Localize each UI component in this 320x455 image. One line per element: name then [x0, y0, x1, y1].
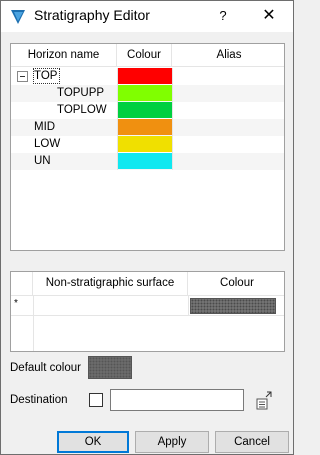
col-divider	[117, 68, 118, 85]
col-divider	[172, 153, 173, 170]
col-divider	[117, 136, 118, 153]
column-nonstrat-surface[interactable]: Non-stratigraphic surface	[33, 272, 188, 296]
horizon-name-cell[interactable]: LOW	[34, 136, 60, 153]
horizon-colour-swatch[interactable]	[118, 102, 173, 118]
destination-input[interactable]	[110, 389, 244, 411]
horizon-colour-swatch[interactable]	[118, 85, 173, 101]
collapse-icon[interactable]	[17, 71, 28, 82]
row-header-corner	[11, 272, 33, 296]
destination-checkbox[interactable]	[89, 393, 103, 407]
col-divider	[117, 153, 118, 170]
col-divider	[117, 119, 118, 136]
column-colour[interactable]: Colour	[117, 44, 172, 67]
column-horizon-name[interactable]: Horizon name	[11, 44, 117, 67]
horizon-row[interactable]: LOW	[11, 136, 284, 153]
horizon-colour-swatch[interactable]	[118, 136, 173, 152]
horizon-name-cell[interactable]: TOP	[34, 68, 57, 85]
horizon-table[interactable]: Horizon name Colour Alias TOP TOPUPP TOPLO…	[10, 43, 285, 251]
horizon-colour-swatch[interactable]	[118, 153, 173, 169]
col-divider	[172, 119, 173, 136]
nonstrat-table-header: Non-stratigraphic surface Colour	[11, 272, 284, 296]
col-divider	[172, 68, 173, 85]
horizon-table-header: Horizon name Colour Alias	[11, 44, 284, 67]
horizon-colour-swatch[interactable]	[118, 119, 173, 135]
default-colour-label: Default colour	[10, 362, 81, 374]
horizon-row[interactable]: UN	[11, 153, 284, 170]
horizon-name-cell[interactable]: MID	[34, 119, 55, 136]
col-divider	[117, 102, 118, 119]
horizon-name-cell[interactable]: TOPUPP	[57, 85, 104, 102]
default-colour-swatch[interactable]	[88, 356, 132, 379]
horizon-row[interactable]: TOPUPP	[11, 85, 284, 102]
nonstrat-table[interactable]: Non-stratigraphic surface Colour *	[10, 271, 285, 352]
cancel-button[interactable]: Cancel	[215, 431, 289, 453]
row-divider	[33, 296, 34, 316]
row-header-divider	[33, 316, 34, 351]
horizon-name-cell[interactable]: UN	[34, 153, 51, 170]
window-title: Stratigraphy Editor	[34, 7, 150, 23]
app-logo-icon	[11, 10, 25, 24]
close-button[interactable]: ✕	[257, 4, 281, 28]
destination-label: Destination	[10, 394, 68, 406]
col-divider	[172, 102, 173, 119]
horizon-colour-swatch[interactable]	[118, 68, 173, 84]
col-divider	[188, 296, 189, 316]
help-button[interactable]: ?	[213, 6, 233, 26]
horizon-row[interactable]: TOP	[11, 68, 284, 85]
new-row-marker: *	[14, 298, 18, 309]
nonstrat-colour-swatch[interactable]	[190, 298, 276, 314]
nonstrat-new-row[interactable]: *	[11, 296, 284, 316]
column-alias[interactable]: Alias	[172, 44, 284, 67]
stratigraphy-editor-window: Stratigraphy Editor ? ✕ Horizon name Col…	[0, 0, 294, 455]
apply-button[interactable]: Apply	[135, 431, 209, 453]
ok-button[interactable]: OK	[57, 431, 129, 453]
horizon-name-cell[interactable]: TOPLOW	[57, 102, 107, 119]
column-nonstrat-colour[interactable]: Colour	[188, 272, 284, 296]
col-divider	[117, 85, 118, 102]
col-divider	[172, 136, 173, 153]
col-divider	[172, 85, 173, 102]
title-bar: Stratigraphy Editor ? ✕	[1, 1, 293, 32]
horizon-row[interactable]: TOPLOW	[11, 102, 284, 119]
select-destination-icon[interactable]	[255, 389, 275, 411]
horizon-row[interactable]: MID	[11, 119, 284, 136]
